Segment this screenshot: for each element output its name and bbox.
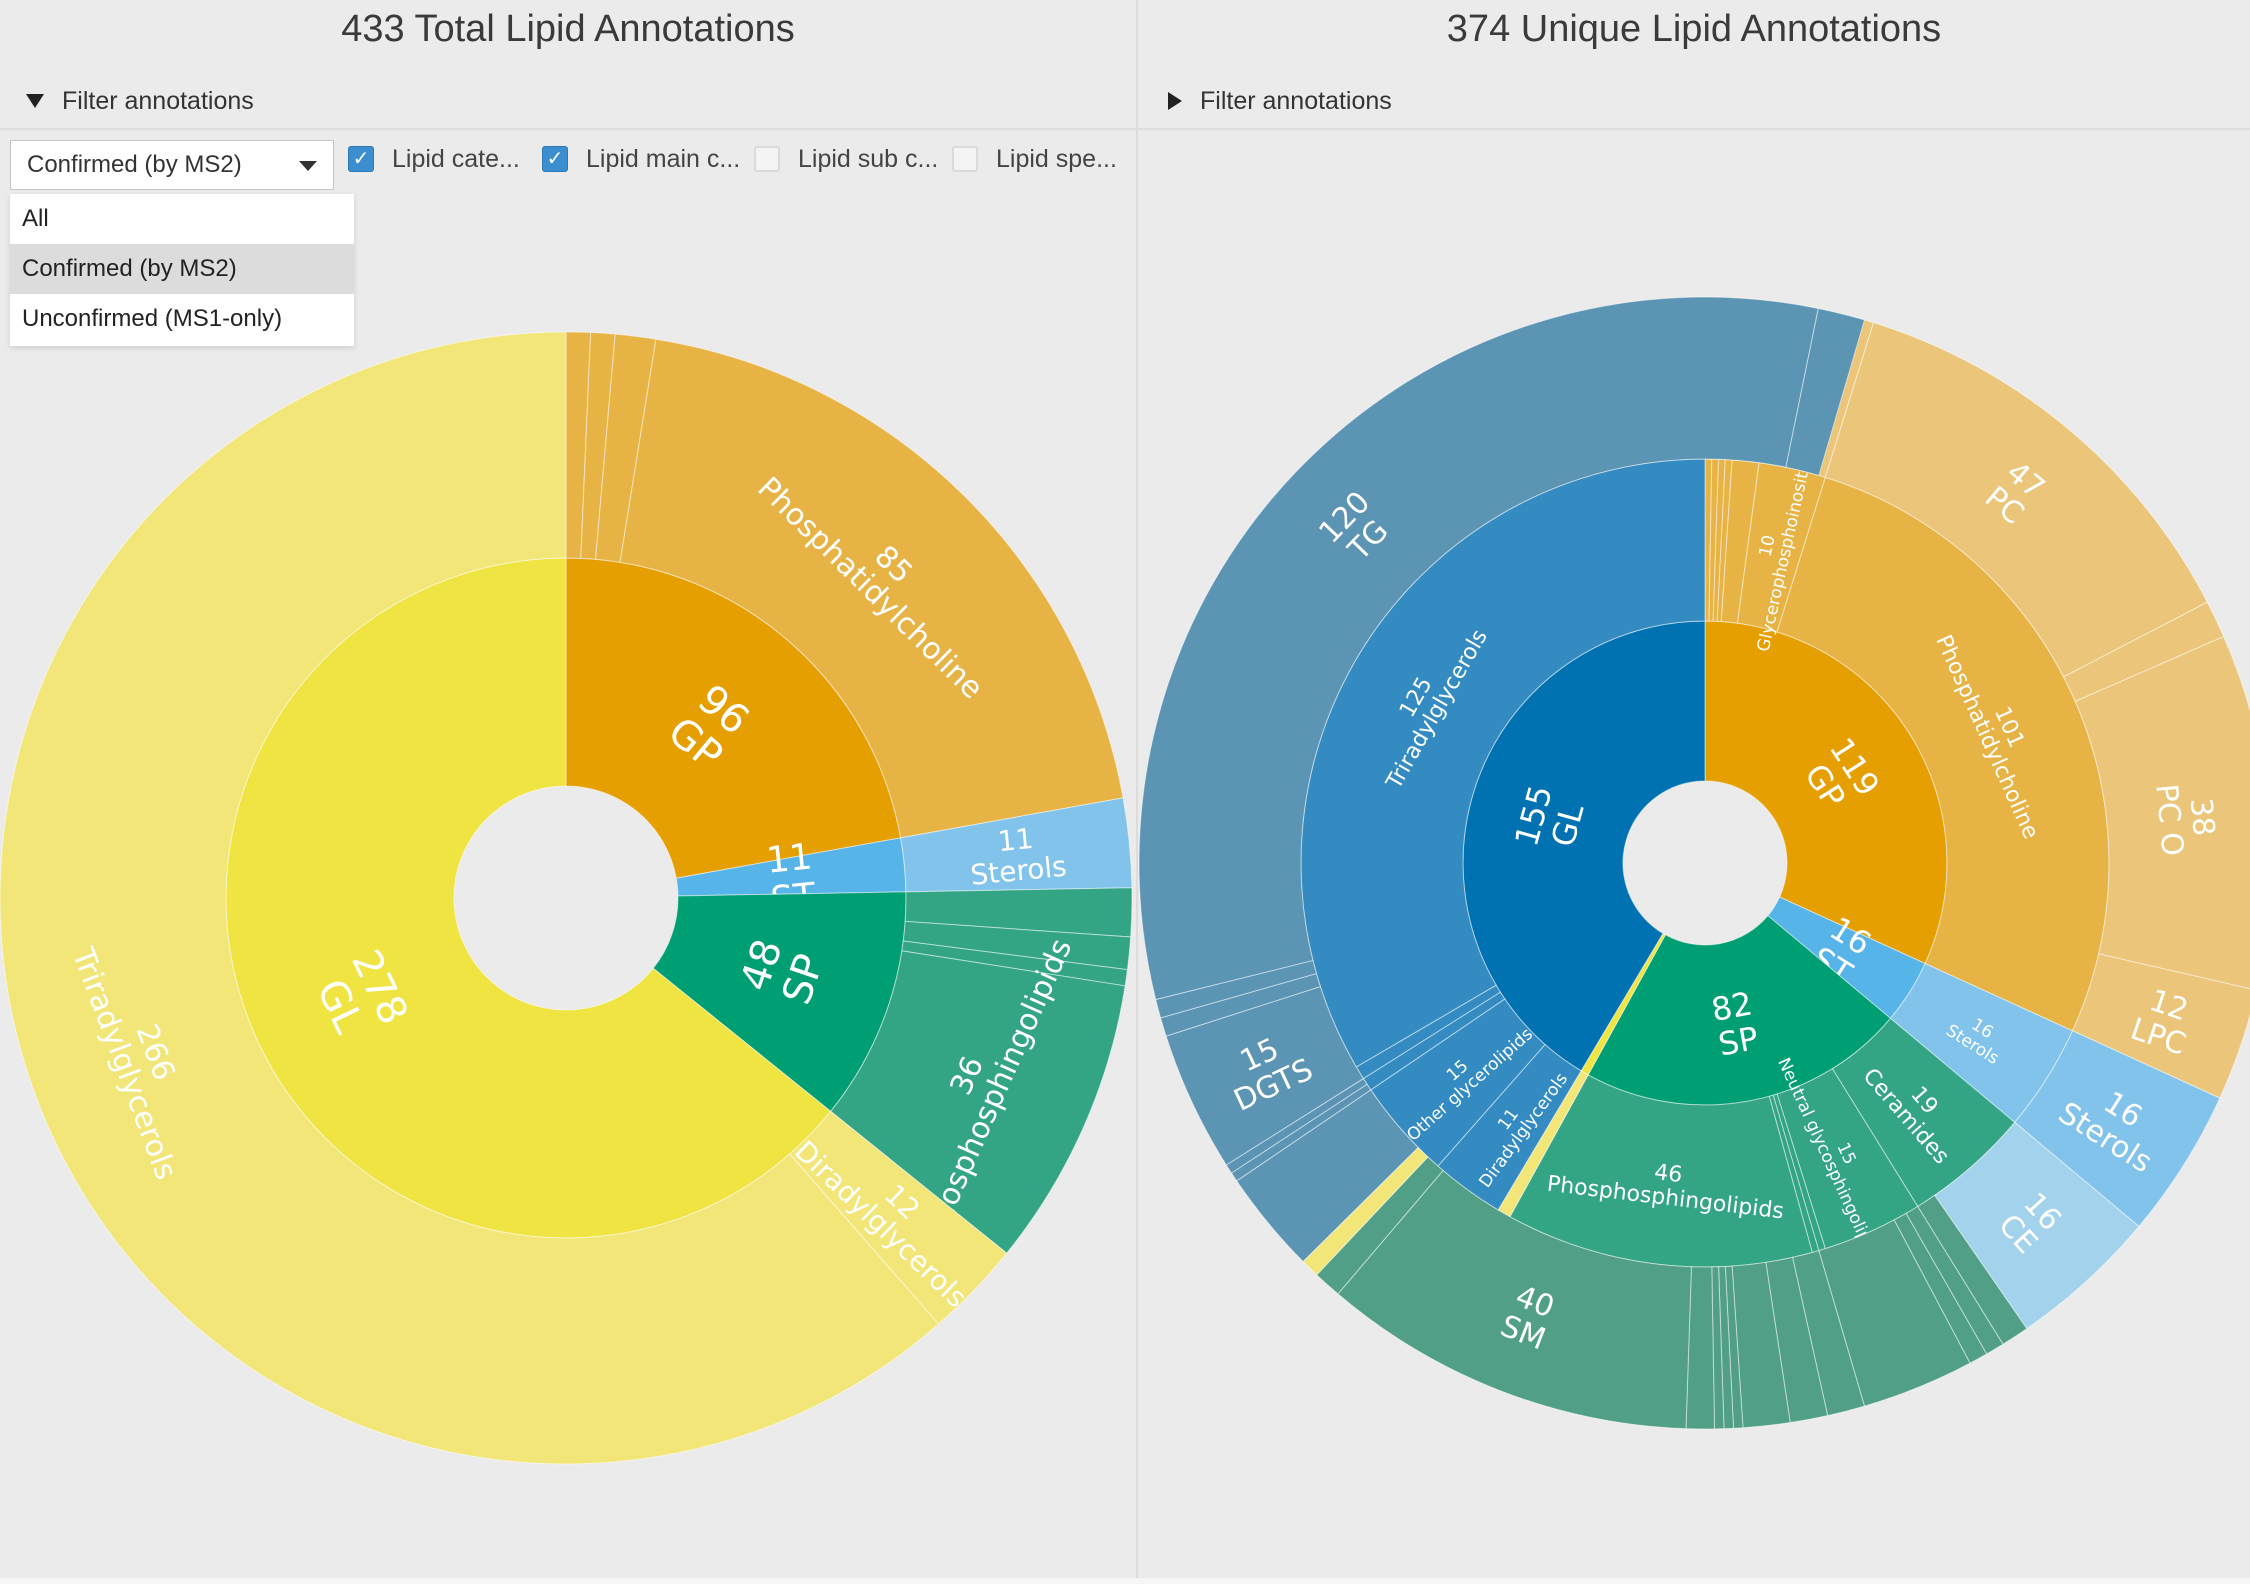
- checkbox-unchecked-icon: [754, 146, 780, 172]
- confirmation-dropdown-menu: All Confirmed (by MS2) Unconfirmed (MS1-…: [10, 194, 354, 346]
- dropdown-option-all[interactable]: All: [10, 194, 354, 244]
- caret-down-icon: [299, 161, 317, 171]
- confirmation-select-value: Confirmed (by MS2): [27, 151, 242, 178]
- lipid-main-class-checkbox[interactable]: ✓ Lipid main c...: [542, 142, 740, 176]
- dropdown-option-confirmed[interactable]: Confirmed (by MS2): [10, 244, 354, 294]
- slice-name-label: PC O: [2148, 782, 2190, 857]
- lipid-category-checkbox[interactable]: ✓ Lipid cate...: [348, 142, 520, 176]
- right-sunburst-chart: 119GP16ST82SP155GL10Glycerophosphoinosit…: [1138, 296, 2250, 1430]
- dropdown-option-unconfirmed[interactable]: Unconfirmed (MS1-only): [10, 294, 354, 344]
- checkbox-checked-icon: ✓: [542, 146, 568, 172]
- slice-value-label: 11: [764, 836, 814, 881]
- lipid-species-checkbox[interactable]: Lipid spe...: [952, 142, 1117, 176]
- left-chart-panel: 433 Total Lipid Annotations Filter annot…: [0, 0, 1136, 1578]
- lipid-sub-class-checkbox[interactable]: Lipid sub c...: [754, 142, 938, 176]
- checkbox-unchecked-icon: [952, 146, 978, 172]
- right-chart-panel: 374 Unique Lipid Annotations Filter anno…: [1138, 0, 2250, 1578]
- checkbox-checked-icon: ✓: [348, 146, 374, 172]
- bottom-bar: [0, 1578, 2250, 1584]
- slice-name-label: SP: [1715, 1019, 1761, 1064]
- confirmation-select[interactable]: Confirmed (by MS2): [10, 140, 334, 190]
